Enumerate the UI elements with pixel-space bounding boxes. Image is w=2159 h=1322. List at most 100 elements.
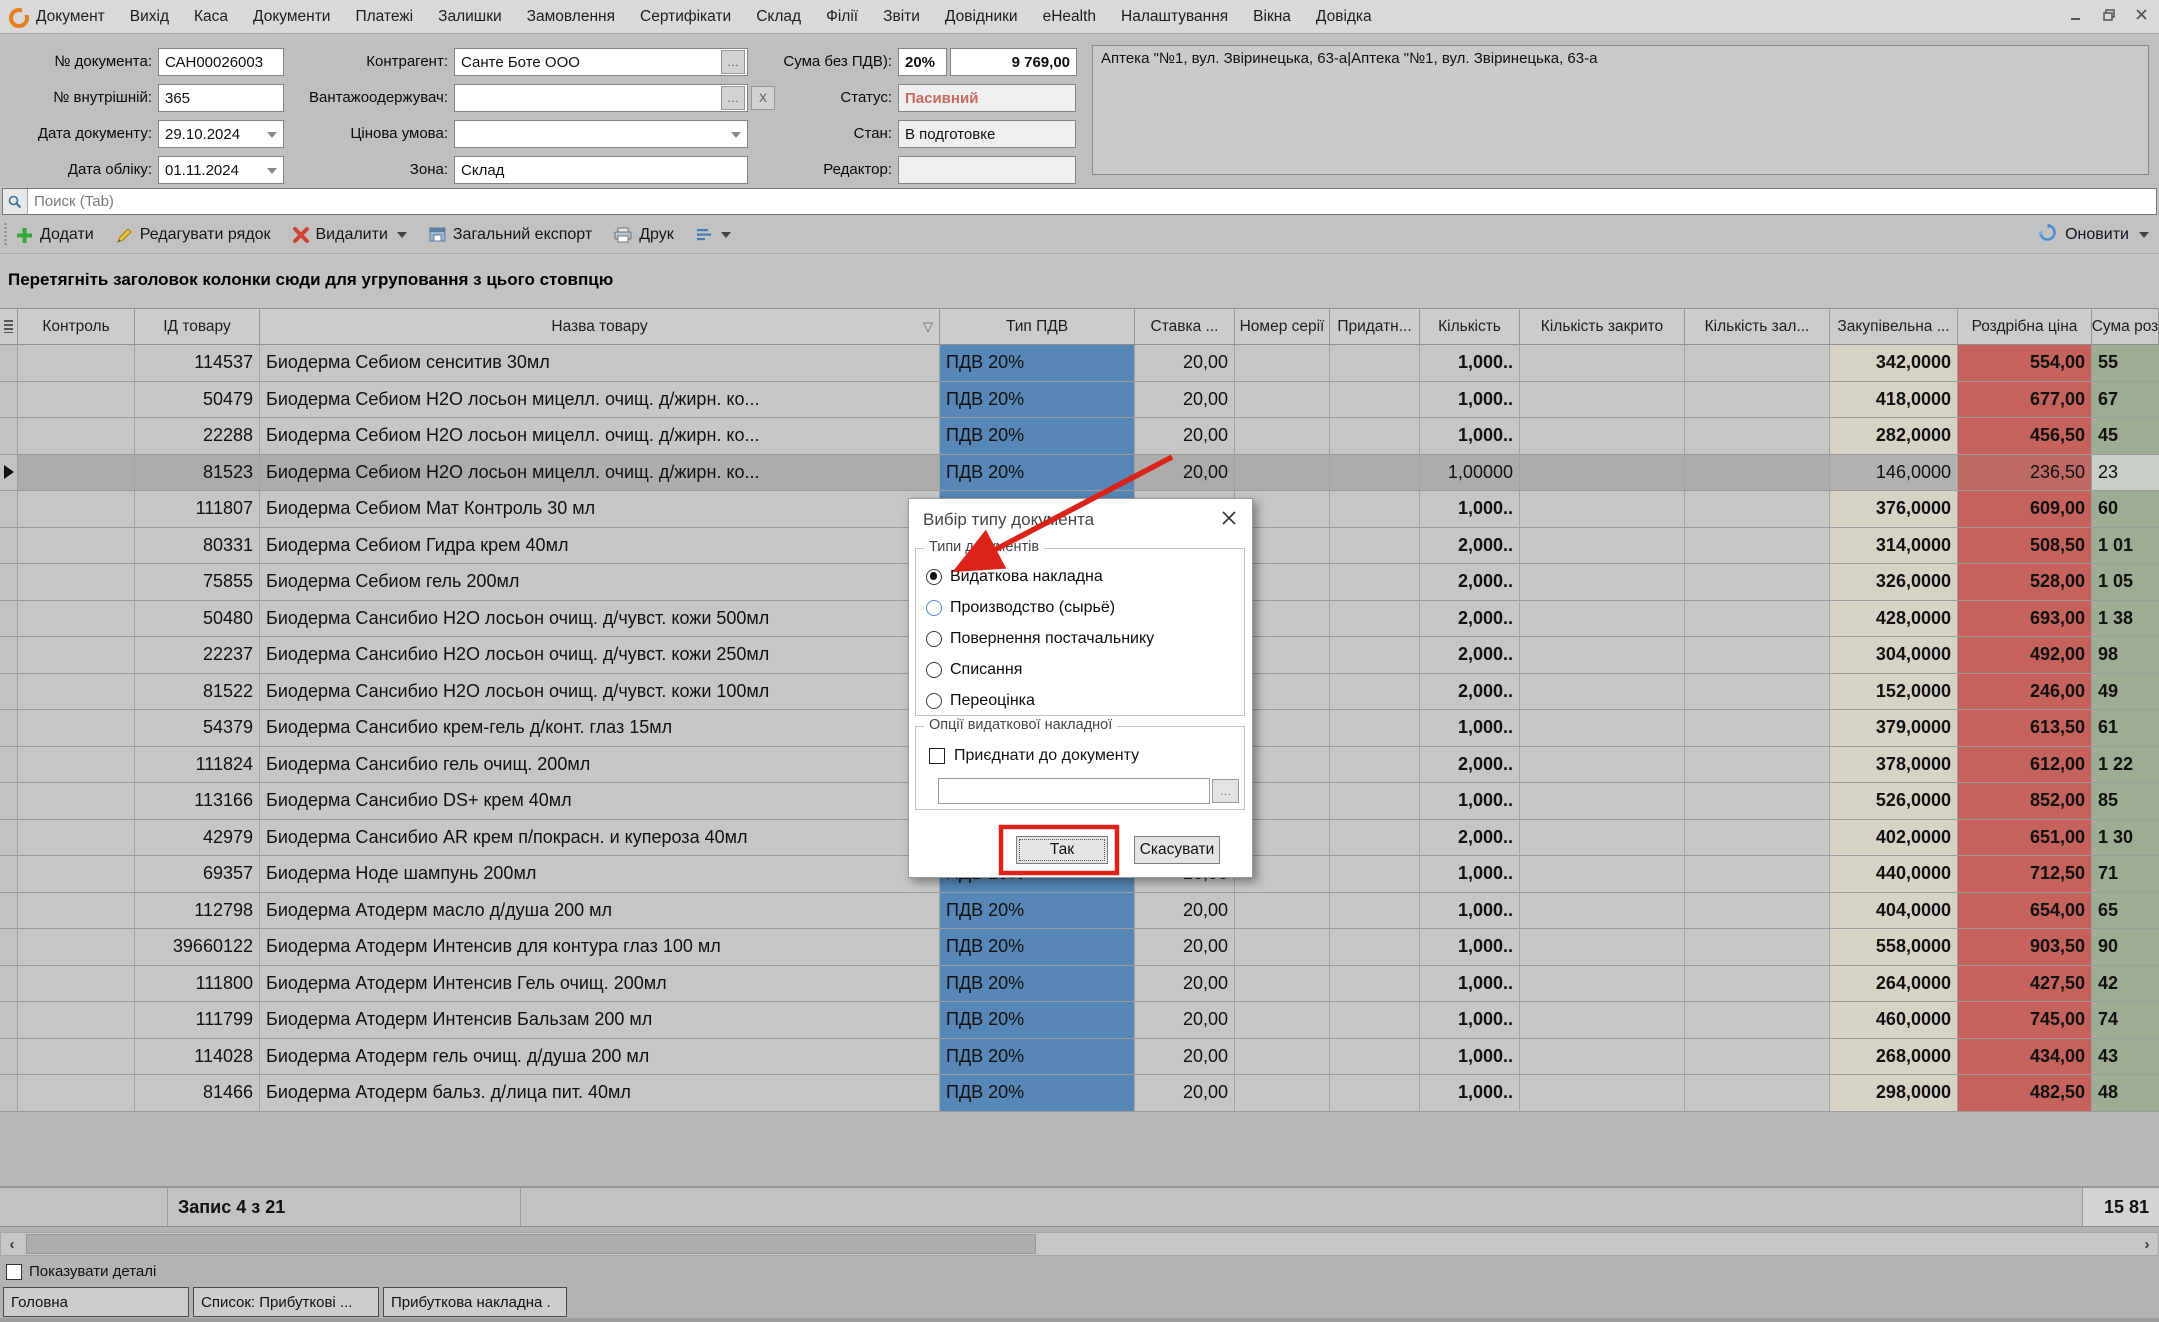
column-header-3[interactable]: Назва товару▽ (260, 309, 940, 344)
cell-col8[interactable]: 1,000.. (1420, 491, 1520, 527)
menu-item-8[interactable]: Сертифікати (640, 8, 731, 26)
edit-row-button[interactable]: Редагувати рядок (116, 226, 271, 244)
cell-col11[interactable]: 558,0000 (1830, 929, 1958, 965)
cell-col10[interactable] (1685, 418, 1830, 454)
export-button[interactable]: Загальний експорт (429, 226, 592, 244)
cell-col2[interactable]: 39660122 (135, 929, 260, 965)
cell-col6[interactable] (1235, 1002, 1330, 1038)
cell-col8[interactable]: 1,000.. (1420, 783, 1520, 819)
table-row[interactable]: 111799Биодерма Атодерм Интенсив Бальзам … (0, 1002, 2159, 1039)
tab-incoming-invoice[interactable]: Прибуткова накладна . (383, 1287, 567, 1317)
table-row[interactable]: 114028Биодерма Атодерм гель очищ. д/душа… (0, 1039, 2159, 1076)
cell-col7[interactable] (1330, 1039, 1420, 1075)
cell-col9[interactable] (1520, 382, 1685, 418)
menu-item-13[interactable]: eHealth (1043, 8, 1096, 26)
cell-col9[interactable] (1520, 1002, 1685, 1038)
cell-col11[interactable]: 282,0000 (1830, 418, 1958, 454)
cell-col10[interactable] (1685, 491, 1830, 527)
cell-col1[interactable] (18, 966, 135, 1002)
minimize-button[interactable] (2067, 6, 2085, 24)
cell-col10[interactable] (1685, 637, 1830, 673)
counterparty-field[interactable]: Санте Боте ООО (454, 48, 748, 76)
cell-col11[interactable]: 378,0000 (1830, 747, 1958, 783)
cell-col0[interactable] (0, 345, 18, 381)
cell-col7[interactable] (1330, 929, 1420, 965)
cell-col3[interactable]: Биодерма Сансибио DS+ крем 40мл (260, 783, 940, 819)
cell-col3[interactable]: Биодерма Сансибио гель очищ. 200мл (260, 747, 940, 783)
cell-col12[interactable]: 609,00 (1958, 491, 2092, 527)
cell-col13[interactable]: 61 (2092, 710, 2159, 746)
cell-col1[interactable] (18, 856, 135, 892)
cell-col11[interactable]: 376,0000 (1830, 491, 1958, 527)
cell-col8[interactable]: 1,000.. (1420, 929, 1520, 965)
column-header-7[interactable]: Придатн... (1330, 309, 1420, 344)
cell-col4[interactable]: ПДВ 20% (940, 345, 1135, 381)
show-details-checkbox[interactable] (6, 1264, 22, 1280)
cell-col10[interactable] (1685, 966, 1830, 1002)
cell-col1[interactable] (18, 382, 135, 418)
table-row[interactable]: 50479Биодерма Себиом Н2О лосьон мицелл. … (0, 382, 2159, 419)
cell-col12[interactable]: 528,00 (1958, 564, 2092, 600)
cell-col3[interactable]: Биодерма Атодерм бальз. д/лица пит. 40мл (260, 1075, 940, 1111)
menu-item-14[interactable]: Налаштування (1121, 8, 1228, 26)
cancel-button[interactable]: Скасувати (1134, 836, 1220, 864)
cell-col8[interactable]: 1,000.. (1420, 893, 1520, 929)
counterparty-field-browse-button[interactable]: … (721, 50, 745, 74)
cell-col10[interactable] (1685, 783, 1830, 819)
consignee-field[interactable] (454, 84, 748, 112)
table-row[interactable]: 114537Биодерма Себиом сенситив 30млПДВ 2… (0, 345, 2159, 382)
table-row[interactable]: 81523Биодерма Себиом Н2О лосьон мицелл. … (0, 455, 2159, 492)
cell-col12[interactable]: 434,00 (1958, 1039, 2092, 1075)
column-header-12[interactable]: Роздрібна ціна (1958, 309, 2092, 344)
column-header-6[interactable]: Номер серії (1235, 309, 1330, 344)
radio-option-5[interactable]: Переоцінка (926, 685, 1238, 716)
cell-col9[interactable] (1520, 528, 1685, 564)
cell-col3[interactable]: Биодерма Себиом Н2О лосьон мицелл. очищ.… (260, 382, 940, 418)
cell-col11[interactable]: 526,0000 (1830, 783, 1958, 819)
cell-col0[interactable] (0, 601, 18, 637)
cell-col3[interactable]: Биодерма Сансибио AR крем п/покрасн. и к… (260, 820, 940, 856)
scrollbar-thumb[interactable] (26, 1234, 1036, 1254)
cell-col0[interactable] (0, 856, 18, 892)
scroll-left-arrow[interactable]: ‹ (1, 1233, 23, 1255)
horizontal-scrollbar[interactable]: ‹ › (0, 1232, 2159, 1256)
attach-document-input[interactable] (938, 778, 1210, 804)
cell-col3[interactable]: Биодерма Себиом Гидра крем 40мл (260, 528, 940, 564)
cell-col13[interactable]: 48 (2092, 1075, 2159, 1111)
show-details-control[interactable]: Показувати деталі (6, 1263, 156, 1280)
cell-col4[interactable]: ПДВ 20% (940, 1039, 1135, 1075)
sort-filter-icon[interactable]: ▽ (923, 319, 933, 335)
cell-col7[interactable] (1330, 674, 1420, 710)
cell-col5[interactable]: 20,00 (1135, 455, 1235, 491)
menu-item-16[interactable]: Довідка (1316, 8, 1372, 26)
delete-button[interactable]: Видалити (293, 226, 407, 244)
cell-col8[interactable]: 1,000.. (1420, 1075, 1520, 1111)
cell-col13[interactable]: 1 01 (2092, 528, 2159, 564)
cell-col11[interactable]: 146,0000 (1830, 455, 1958, 491)
menu-item-7[interactable]: Замовлення (527, 8, 615, 26)
cell-col1[interactable] (18, 893, 135, 929)
cell-col10[interactable] (1685, 856, 1830, 892)
dialog-close-icon[interactable] (1218, 507, 1240, 529)
cell-col2[interactable]: 114028 (135, 1039, 260, 1075)
cell-col11[interactable]: 298,0000 (1830, 1075, 1958, 1111)
cell-col8[interactable]: 2,000.. (1420, 528, 1520, 564)
cell-col7[interactable] (1330, 1002, 1420, 1038)
cell-col8[interactable]: 2,000.. (1420, 747, 1520, 783)
attach-checkbox[interactable] (929, 748, 945, 764)
price-condition-field[interactable] (454, 120, 748, 148)
cell-col7[interactable] (1330, 345, 1420, 381)
column-header-11[interactable]: Закупівельна ... (1830, 309, 1958, 344)
cell-col1[interactable] (18, 820, 135, 856)
restore-button[interactable] (2100, 6, 2118, 24)
column-header-13[interactable]: Сума роз (2092, 309, 2159, 344)
cell-col13[interactable]: 43 (2092, 1039, 2159, 1075)
zone-field[interactable]: Склад (454, 156, 748, 184)
consignee-field-browse-button[interactable]: … (721, 86, 745, 110)
cell-col3[interactable]: Биодерма Себиом Н2О лосьон мицелл. очищ.… (260, 418, 940, 454)
cell-col3[interactable]: Биодерма Атодерм Интенсив Гель очищ. 200… (260, 966, 940, 1002)
cell-col0[interactable] (0, 1002, 18, 1038)
cell-col5[interactable]: 20,00 (1135, 382, 1235, 418)
cell-col12[interactable]: 246,00 (1958, 674, 2092, 710)
cell-col9[interactable] (1520, 418, 1685, 454)
